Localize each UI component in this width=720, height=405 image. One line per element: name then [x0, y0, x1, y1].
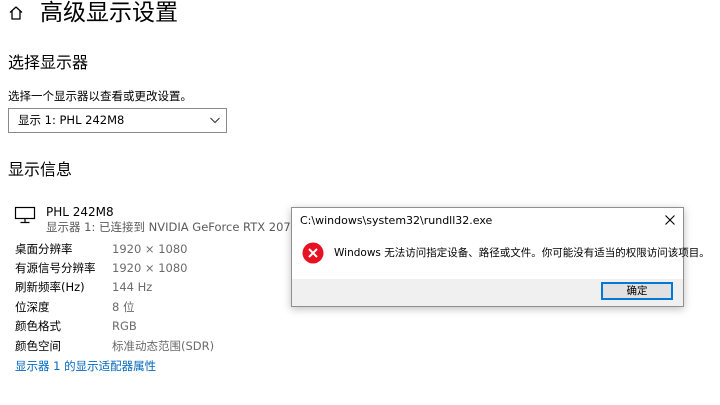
info-key: 颜色空间 — [15, 339, 61, 353]
info-value: 1920 × 1080 — [112, 261, 188, 275]
home-icon[interactable] — [8, 5, 24, 21]
dialog-body: Windows 无法访问指定设备、路径或文件。你可能没有适当的权限访问该项目。 — [292, 234, 710, 279]
display-adapter-properties-link[interactable]: 显示器 1 的显示适配器属性 — [15, 357, 156, 376]
close-icon[interactable] — [661, 211, 679, 229]
info-key: 刷新频率(Hz) — [15, 280, 85, 294]
select-display-heading: 选择显示器 — [8, 53, 89, 72]
info-key: 颜色格式 — [15, 319, 61, 333]
ok-button[interactable]: 确定 — [601, 282, 673, 300]
dialog-footer: 确定 — [292, 279, 683, 306]
info-value: 8 位 — [112, 300, 135, 314]
select-display-label: 选择一个显示器以查看或更改设置。 — [8, 89, 192, 103]
error-dialog: C:\windows\system32\rundll32.exe Windows… — [291, 207, 710, 307]
info-value: RGB — [112, 319, 137, 333]
display-dropdown[interactable]: 显示 1: PHL 242M8 — [8, 108, 227, 133]
monitor-name: PHL 242M8 — [46, 205, 114, 219]
display-info-heading: 显示信息 — [8, 160, 73, 179]
monitor-icon — [14, 206, 36, 224]
display-dropdown-value: 显示 1: PHL 242M8 — [18, 113, 125, 127]
info-value: 1920 × 1080 — [112, 242, 188, 256]
info-value: 144 Hz — [112, 280, 153, 294]
chevron-down-icon — [210, 117, 220, 124]
info-key: 有源信号分辨率 — [15, 261, 96, 275]
info-key: 桌面分辨率 — [15, 242, 73, 256]
info-key: 位深度 — [15, 300, 50, 314]
error-icon — [302, 242, 324, 264]
dialog-title: C:\windows\system32\rundll32.exe — [300, 214, 493, 227]
page-title: 高级显示设置 — [40, 0, 178, 26]
monitor-connection: 显示器 1: 已连接到 NVIDIA GeForce RTX 2070 SUPE… — [46, 220, 296, 234]
dialog-message: Windows 无法访问指定设备、路径或文件。你可能没有适当的权限访问该项目。 — [334, 247, 710, 259]
info-value: 标准动态范围(SDR) — [112, 339, 215, 353]
